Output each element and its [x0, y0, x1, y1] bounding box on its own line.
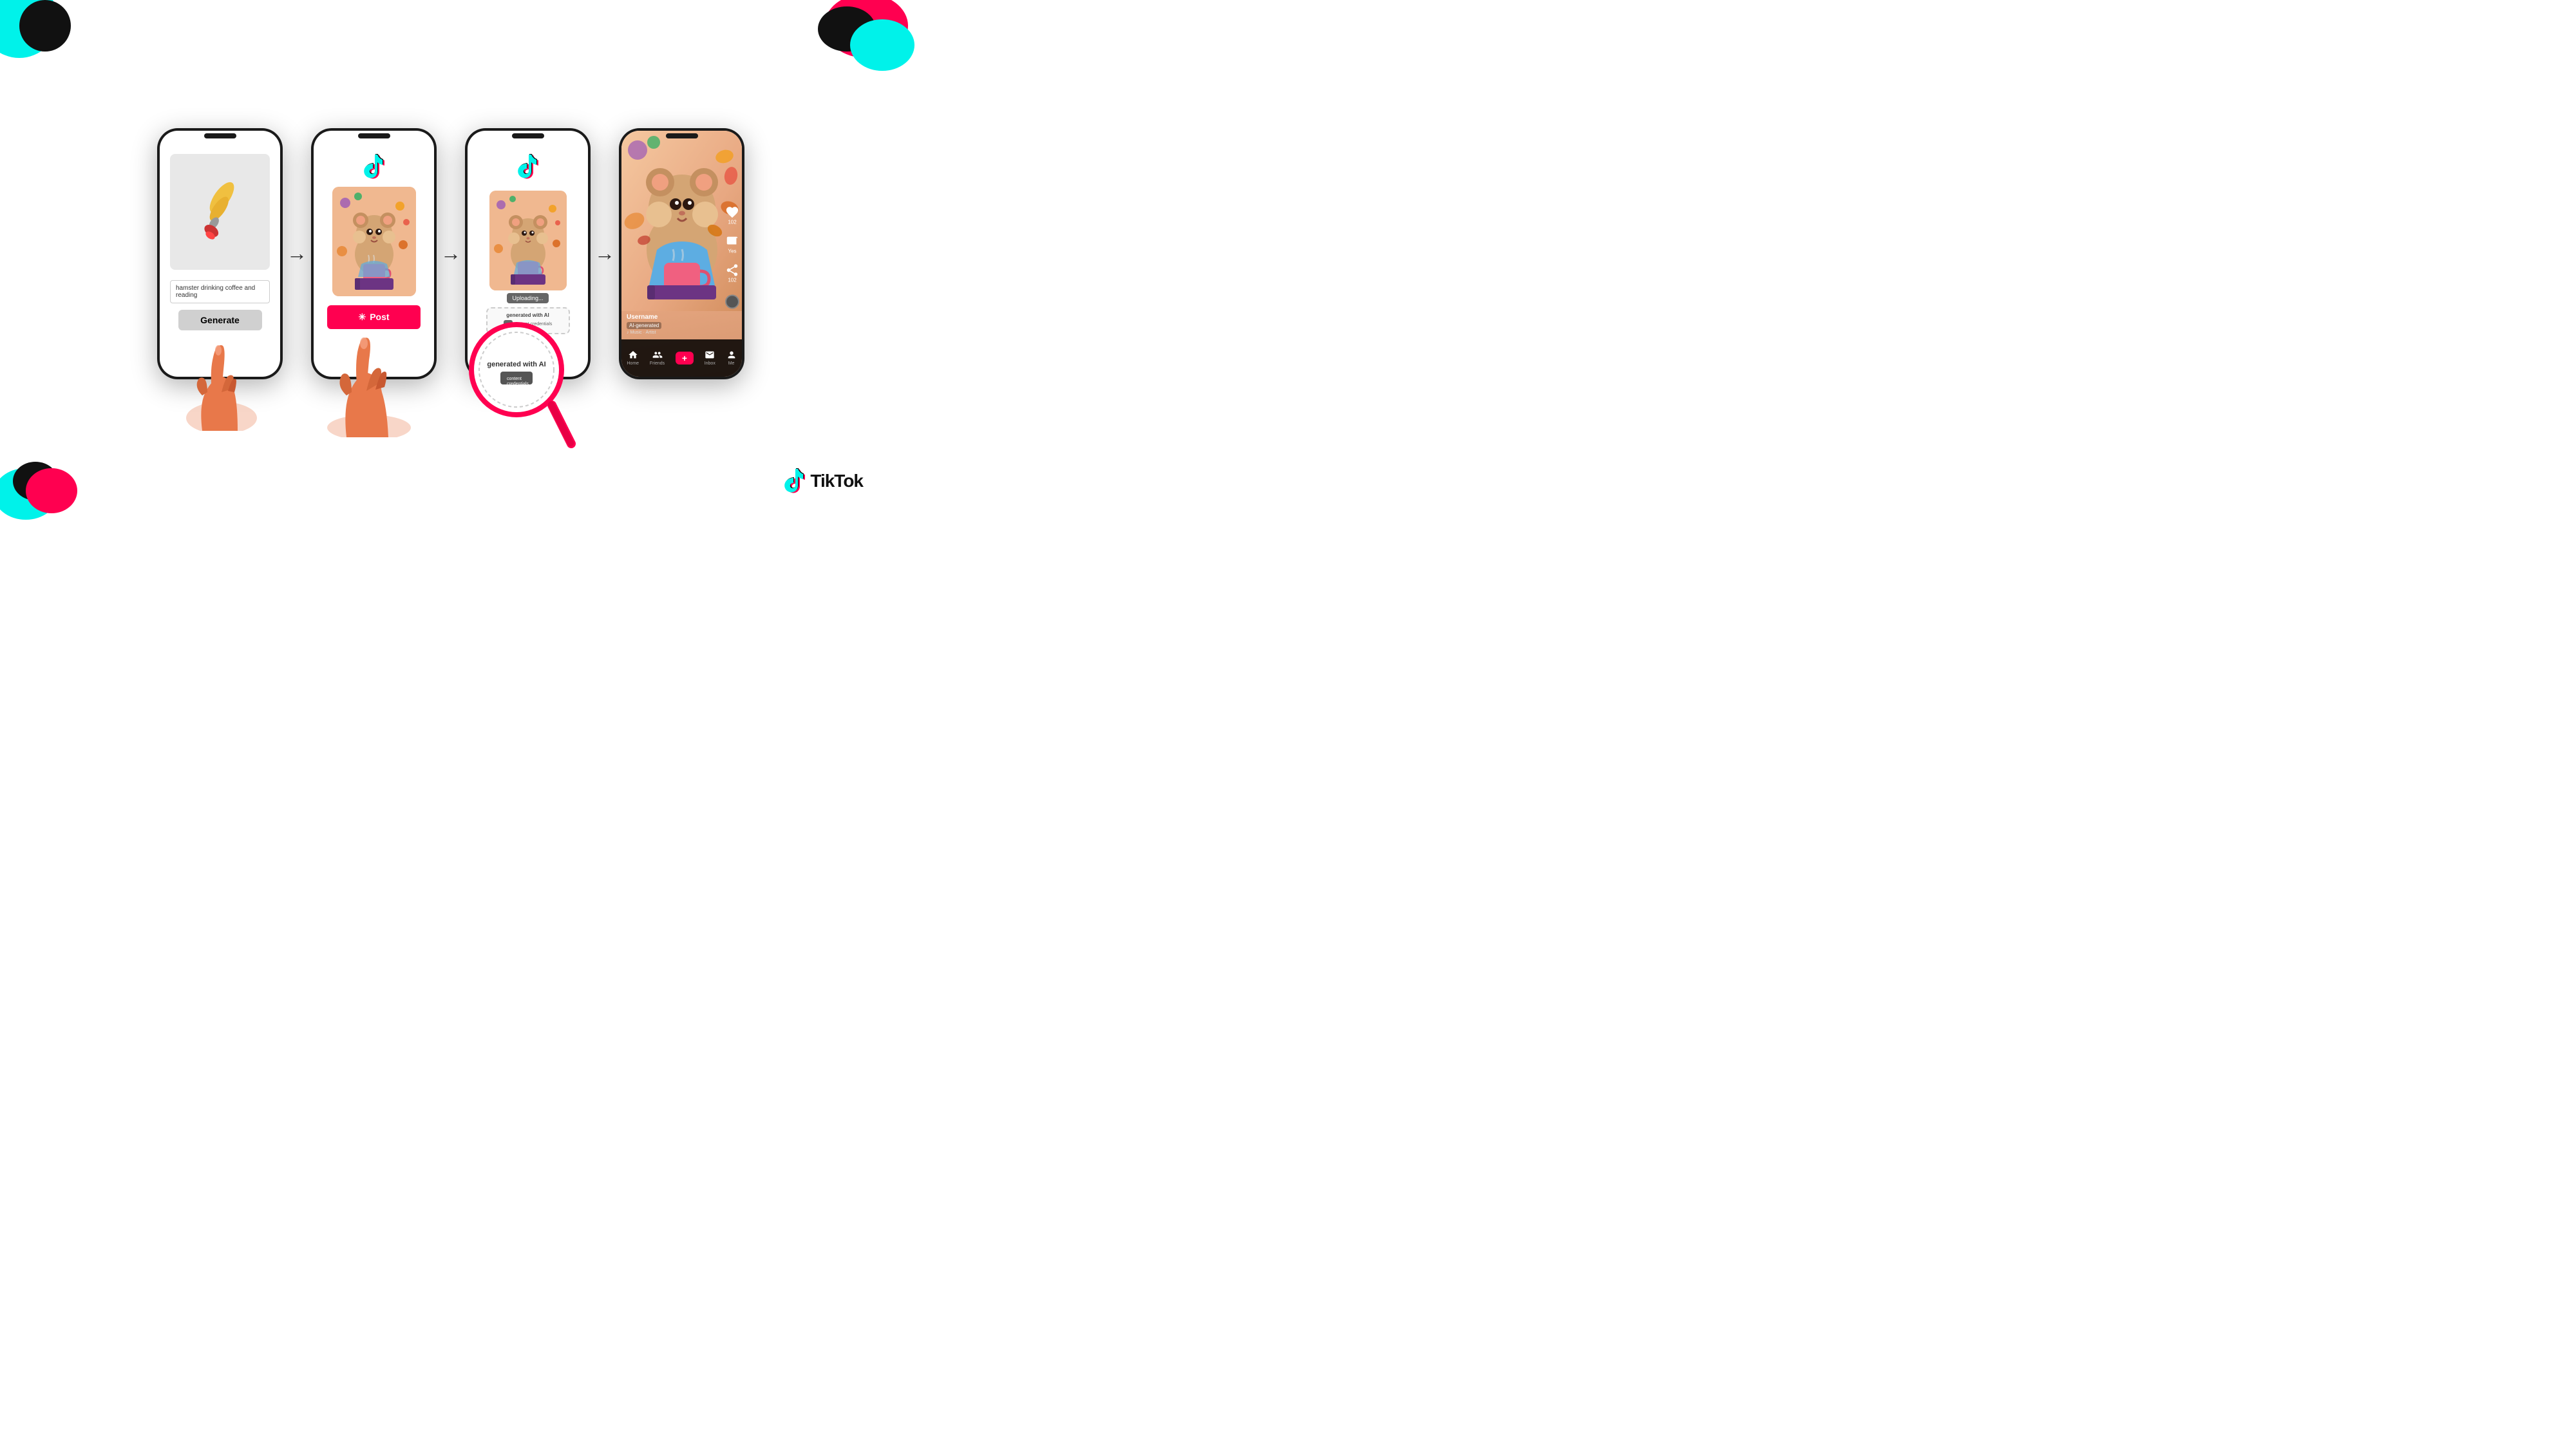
prompt-text: hamster drinking coffee and reading	[176, 285, 255, 299]
step4-container: 102 Yes	[619, 128, 744, 379]
tiktok-sidebar: 102 Yes	[725, 198, 739, 308]
music-label: ♪ Music · Artist	[627, 330, 661, 335]
ai-canvas	[170, 154, 270, 270]
step2-container: ✳ Post	[311, 128, 437, 379]
hamster-art-phone3	[489, 191, 567, 290]
nav-me[interactable]: Me	[726, 350, 737, 366]
arrow3: →	[594, 242, 615, 265]
main-container: hamster drinking coffee and reading Gene…	[0, 0, 902, 507]
music-disc	[725, 294, 739, 308]
inbox-icon	[705, 350, 715, 360]
comment-button[interactable]: Yes	[725, 234, 739, 254]
hand1-svg	[176, 328, 267, 431]
like-count: 102	[728, 219, 736, 225]
friends-icon	[652, 350, 663, 360]
tiktok-brand-icon	[783, 468, 806, 494]
home-icon	[628, 350, 638, 360]
phone2-notch	[358, 133, 390, 138]
hand2-svg	[317, 321, 421, 437]
profile-icon	[726, 350, 737, 360]
me-label: Me	[728, 361, 735, 366]
tiktok-bottom-bar: Home Friends +	[621, 339, 742, 377]
step3-container: Uploading... generated with AI ai conten…	[465, 128, 591, 379]
friends-label: Friends	[650, 361, 665, 366]
username-label: Username	[627, 314, 661, 321]
share-count: 102	[728, 277, 736, 283]
magnifier-container: generated with AI content credentials	[465, 315, 581, 457]
prompt-input[interactable]: hamster drinking coffee and reading	[170, 280, 270, 303]
arrow1: →	[287, 242, 307, 265]
uploading-badge: Uploading...	[507, 293, 548, 303]
share-icon	[725, 263, 739, 277]
tiktok-brand-text: TikTok	[810, 471, 863, 491]
comment-icon	[725, 234, 739, 248]
phone4-inner: 102 Yes	[621, 131, 742, 377]
svg-text:content: content	[507, 377, 522, 381]
hamster-image-phone2	[332, 187, 416, 296]
svg-text:generated with AI: generated with AI	[487, 361, 545, 368]
like-button[interactable]: 102	[725, 205, 739, 225]
arrow2: →	[440, 242, 461, 265]
step1-container: hamster drinking coffee and reading Gene…	[157, 128, 283, 379]
paintbrush-icon	[183, 175, 257, 249]
heart-icon	[725, 205, 739, 219]
share-button[interactable]: 102	[725, 263, 739, 283]
hand2-container	[317, 321, 421, 437]
hamster-image-phone3	[489, 191, 567, 290]
phone1-notch	[204, 133, 236, 138]
hamster-art-phone2	[332, 187, 416, 296]
fullscreen-hamster	[621, 131, 742, 311]
tiktok-icon-phone3	[516, 154, 540, 180]
nav-friends[interactable]: Friends	[650, 350, 665, 366]
magnifier-svg: generated with AI content credentials	[465, 315, 581, 457]
plus-button[interactable]: +	[676, 352, 694, 365]
phone4-content: 102 Yes	[621, 131, 742, 377]
tiktok-logo-phone2	[363, 154, 386, 183]
comment-count: Yes	[728, 248, 736, 254]
nav-home[interactable]: Home	[627, 350, 639, 366]
phone4-notch	[666, 133, 698, 138]
tiktok-user-info: Username AI-generated ♪ Music · Artist	[627, 314, 661, 335]
phone4: 102 Yes	[619, 128, 744, 379]
phone3-notch	[512, 133, 544, 138]
nav-inbox[interactable]: Inbox	[705, 350, 715, 366]
nav-plus[interactable]: +	[676, 352, 694, 365]
inbox-label: Inbox	[705, 361, 715, 366]
ai-generated-label: AI-generated	[627, 322, 661, 329]
tiktok-brand: TikTok	[783, 468, 863, 494]
hand1-container	[176, 328, 267, 431]
svg-text:credentials: credentials	[507, 382, 529, 386]
tiktok-logo-phone3	[516, 154, 540, 183]
tiktok-icon-phone2	[363, 154, 386, 180]
home-label: Home	[627, 361, 639, 366]
